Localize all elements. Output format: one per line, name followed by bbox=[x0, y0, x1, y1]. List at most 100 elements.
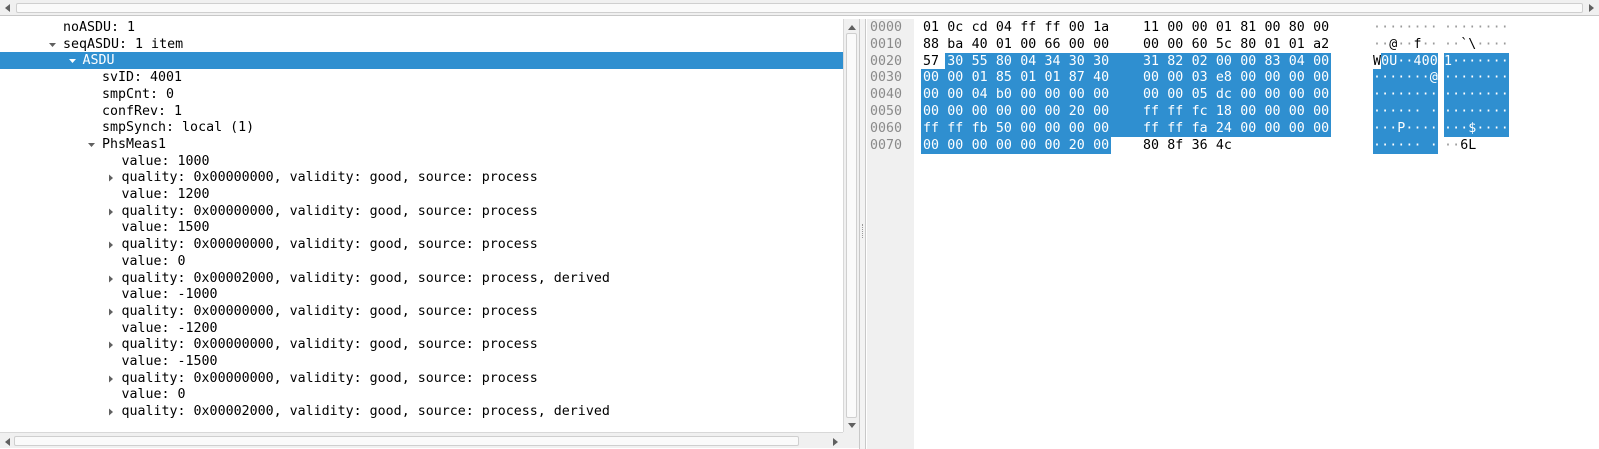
hex-byte: 18 bbox=[1215, 104, 1232, 119]
collapsed-arrow-icon[interactable] bbox=[105, 169, 117, 186]
scroll-right-arrow-icon[interactable] bbox=[830, 436, 840, 446]
tree-row[interactable]: value: 0 bbox=[0, 253, 843, 270]
tree-row[interactable]: seqASDU: 1 item bbox=[0, 36, 843, 53]
tree-row[interactable]: quality: 0x00002000, validity: good, sou… bbox=[0, 403, 843, 420]
ascii-char: · bbox=[1492, 53, 1501, 69]
tree-row[interactable]: confRev: 1 bbox=[0, 103, 843, 120]
bytes-row[interactable]: 007000 00 00 00 00 00 20 000000000000002… bbox=[867, 136, 1599, 154]
hex-byte: 04 bbox=[1020, 53, 1037, 69]
tree-row[interactable]: quality: 0x00000000, validity: good, sou… bbox=[0, 370, 843, 387]
ascii-char: · bbox=[1452, 53, 1461, 69]
expanded-arrow-icon[interactable] bbox=[85, 136, 97, 153]
tree-row-label: ASDU bbox=[82, 53, 115, 69]
bytes-row[interactable]: 004000 00 04 b0 00 00 00 00000004b000000… bbox=[867, 86, 1599, 104]
ascii-char bbox=[1422, 137, 1430, 154]
hex-byte: ff bbox=[947, 120, 964, 136]
scrollbar-thumb[interactable] bbox=[14, 436, 799, 446]
hex-byte: e8 bbox=[1215, 70, 1232, 86]
ascii-char: · bbox=[1389, 120, 1398, 136]
tree-row[interactable]: value: -1500 bbox=[0, 353, 843, 370]
ascii-char: · bbox=[1381, 36, 1390, 52]
hex-byte: ff bbox=[1167, 104, 1184, 119]
tree-row-label: value: 0 bbox=[121, 387, 186, 403]
tree-row-label: noASDU: 1 bbox=[63, 20, 136, 35]
collapsed-arrow-icon[interactable] bbox=[105, 403, 117, 420]
hex-byte: 30 bbox=[1093, 53, 1110, 69]
hex-byte: a2 bbox=[1313, 36, 1330, 52]
scroll-left-arrow-icon[interactable] bbox=[2, 2, 14, 14]
hex-byte: 40 bbox=[971, 36, 988, 52]
tree-row[interactable]: value: 1000 bbox=[0, 153, 843, 170]
ascii-char: f bbox=[1413, 36, 1422, 52]
scroll-up-arrow-icon[interactable] bbox=[846, 21, 858, 31]
expanded-arrow-icon[interactable] bbox=[66, 52, 78, 69]
tree-row[interactable]: svID: 4001 bbox=[0, 69, 843, 86]
hex-byte: 80 bbox=[1240, 36, 1257, 52]
scroll-left-arrow-icon[interactable] bbox=[3, 436, 13, 446]
selected-gap-highlight bbox=[1111, 86, 1141, 104]
tree-row[interactable]: ASDU bbox=[0, 52, 843, 70]
scroll-down-arrow-icon[interactable] bbox=[846, 420, 858, 430]
tree-row[interactable]: value: 0 bbox=[0, 386, 843, 403]
tree-row-label: value: -1200 bbox=[121, 320, 218, 336]
hex-byte: 00 bbox=[1020, 36, 1037, 52]
bytes-row[interactable]: 003000 00 01 85 01 01 87 400000018501018… bbox=[867, 69, 1599, 87]
tree-row[interactable]: value: 1200 bbox=[0, 186, 843, 203]
hex-byte: 20 bbox=[1068, 137, 1085, 153]
tree-row[interactable]: quality: 0x00000000, validity: good, sou… bbox=[0, 203, 843, 220]
tree-row[interactable]: quality: 0x00000000, validity: good, sou… bbox=[0, 303, 843, 320]
tree-row[interactable]: value: 1500 bbox=[0, 219, 843, 236]
expanded-arrow-icon[interactable] bbox=[46, 36, 58, 53]
hex-byte: 80 bbox=[995, 53, 1012, 69]
ascii-char: · bbox=[1373, 137, 1382, 153]
hex-byte: 04 bbox=[1288, 53, 1305, 69]
collapsed-arrow-icon[interactable] bbox=[105, 203, 117, 220]
tree-row[interactable]: quality: 0x00000000, validity: good, sou… bbox=[0, 236, 843, 253]
tree-row[interactable]: value: -1200 bbox=[0, 320, 843, 337]
tree-row[interactable]: quality: 0x00002000, validity: good, sou… bbox=[0, 270, 843, 287]
bytes-row[interactable]: 000001 0c cd 04 ff ff 00 1a010ccd04ffff0… bbox=[867, 19, 1599, 36]
packet-bytes-pane[interactable]: 000001 0c cd 04 ff ff 00 1a010ccd04ffff0… bbox=[867, 19, 1599, 449]
top-horizontal-scrollbar[interactable] bbox=[0, 0, 1599, 16]
ascii-char: · bbox=[1476, 87, 1485, 103]
tree-row[interactable]: smpSynch: local (1) bbox=[0, 119, 843, 136]
collapsed-arrow-icon[interactable] bbox=[105, 303, 117, 320]
tree-row[interactable]: value: -1000 bbox=[0, 286, 843, 303]
tree-row[interactable]: quality: 0x00000000, validity: good, sou… bbox=[0, 169, 843, 186]
tree-row[interactable]: PhsMeas1 bbox=[0, 136, 843, 153]
ascii-char: · bbox=[1476, 70, 1485, 86]
collapsed-arrow-icon[interactable] bbox=[105, 236, 117, 253]
bytes-row[interactable]: 002057 30 55 80 04 34 30 305730558004343… bbox=[867, 52, 1599, 70]
collapsed-arrow-icon[interactable] bbox=[105, 336, 117, 353]
pane-splitter[interactable] bbox=[860, 19, 866, 449]
tree-row-label: quality: 0x00000000, validity: good, sou… bbox=[121, 337, 538, 353]
hex-byte: 00 bbox=[1143, 87, 1160, 103]
tree-row[interactable]: noASDU: 1 bbox=[0, 19, 843, 36]
ascii-char: · bbox=[1429, 36, 1438, 52]
bytes-row[interactable]: 001088 ba 40 01 00 66 00 0088ba400100660… bbox=[867, 36, 1599, 53]
hex-byte: 00 bbox=[1240, 104, 1257, 119]
ascii-char: · bbox=[1397, 20, 1406, 35]
splitter-grip-icon[interactable] bbox=[862, 224, 864, 238]
collapsed-arrow-icon[interactable] bbox=[105, 270, 117, 287]
details-vertical-scrollbar[interactable] bbox=[843, 19, 859, 432]
hex-byte: 01 bbox=[1264, 36, 1281, 52]
bytes-row[interactable]: 005000 00 00 00 00 00 20 000000000000002… bbox=[867, 103, 1599, 120]
byte-offset: 0030 bbox=[870, 70, 903, 86]
scrollbar-corner bbox=[843, 432, 859, 448]
scrollbar-thumb[interactable] bbox=[846, 33, 857, 418]
hex-byte: 34 bbox=[1044, 53, 1061, 69]
tree-row[interactable]: smpCnt: 0 bbox=[0, 86, 843, 103]
packet-details-tree[interactable]: noASDU: 1 seqASDU: 1 item ASDU svID: 4001 sm… bbox=[0, 19, 843, 432]
ascii-char: · bbox=[1405, 70, 1414, 86]
collapsed-arrow-icon[interactable] bbox=[105, 370, 117, 387]
bytes-row[interactable]: 0060ff ff fb 50 00 00 00 00fffffb5000000… bbox=[867, 119, 1599, 137]
tree-row[interactable]: quality: 0x00000000, validity: good, sou… bbox=[0, 336, 843, 353]
tree-row-label: quality: 0x00000000, validity: good, sou… bbox=[121, 203, 538, 219]
ascii-char: · bbox=[1413, 120, 1422, 136]
ascii-char: · bbox=[1484, 53, 1493, 69]
details-horizontal-scrollbar[interactable] bbox=[0, 432, 843, 448]
scroll-right-arrow-icon[interactable] bbox=[1585, 2, 1597, 14]
scrollbar-thumb[interactable] bbox=[16, 3, 1583, 13]
hex-byte: 00 bbox=[947, 137, 964, 153]
